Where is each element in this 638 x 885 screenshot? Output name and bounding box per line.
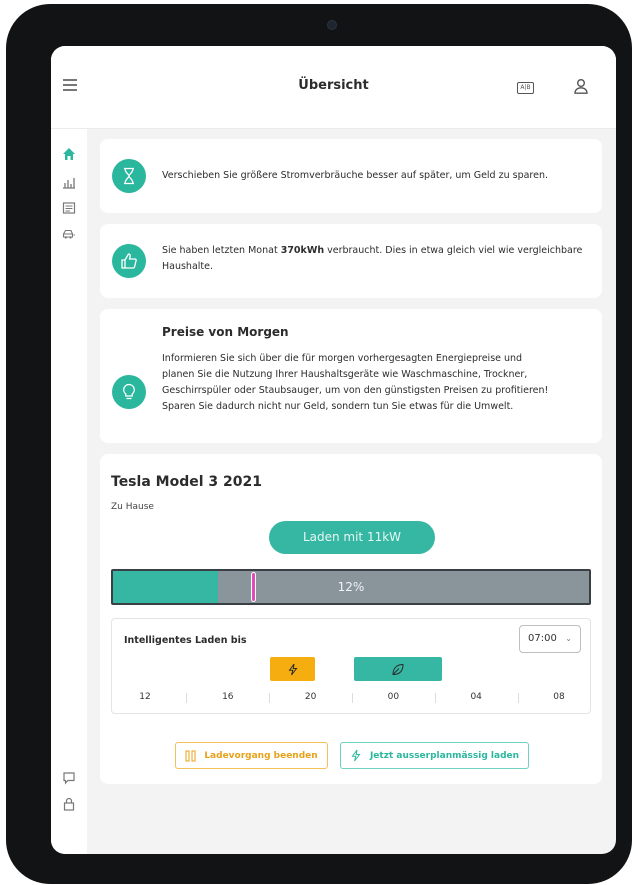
camera [327, 20, 337, 30]
time-select-value: 07:00 [528, 633, 557, 644]
tip-text: Informieren Sie sich über die für morgen… [162, 353, 549, 412]
vehicle-name: Tesla Model 3 2021 [111, 474, 262, 490]
leaf-icon [392, 663, 404, 675]
chart-icon[interactable] [61, 175, 77, 191]
tablet-frame: Übersicht A|B Verschieben Sie größere St… [6, 4, 632, 884]
sidebar [51, 129, 87, 854]
chat-icon[interactable] [61, 771, 77, 787]
tip-card-tomorrow-prices: Preise von Morgen Informieren Sie sich ü… [100, 309, 602, 443]
car-icon[interactable] [61, 227, 77, 243]
smart-charging-panel: Intelligentes Laden bis 07:00 ⌄ 12 16 20 00… [111, 618, 591, 714]
hour-tick: 04 [470, 692, 482, 702]
smart-charging-label: Intelligentes Laden bis [124, 635, 247, 646]
hour-separator [186, 693, 188, 703]
charge-power-button[interactable]: Laden mit 11kW [269, 521, 435, 554]
vehicle-card: Tesla Model 3 2021 Zu Hause Laden mit 11… [100, 454, 602, 784]
stop-charging-button[interactable]: Ladevorgang beenden [175, 742, 328, 769]
lightbulb-icon [112, 375, 146, 409]
hour-separator [517, 693, 519, 703]
stop-charging-label: Ladevorgang beenden [204, 750, 318, 761]
thumbs-up-icon [112, 244, 146, 278]
lightning-icon [288, 663, 298, 675]
hour-tick: 12 [139, 692, 151, 702]
hour-separator [352, 693, 353, 703]
news-icon[interactable] [61, 201, 77, 217]
charge-now-label: Jetzt ausserplanmässig laden [369, 750, 520, 761]
tip-text-prefix: Sie haben letzten Monat [162, 245, 281, 256]
hour-tick: 20 [304, 692, 317, 702]
app-screen: Übersicht A|B Verschieben Sie größere St… [51, 46, 616, 854]
charge-now-button[interactable]: Jetzt ausserplanmässig laden [340, 742, 529, 769]
hour-tick: 00 [387, 692, 400, 702]
consumption-value: 370kWh [280, 245, 325, 256]
charge-percent-label: 12% [337, 580, 365, 594]
tip-card-consumption: Sie haben letzten Monat 370kWh verbrauch… [100, 224, 602, 298]
charge-level-bar: 12% [111, 569, 591, 605]
lock-icon[interactable] [61, 797, 77, 813]
tip-title: Preise von Morgen [162, 325, 289, 339]
lightning-slot [270, 657, 315, 681]
tip-text: Sie haben letzten Monat 370kWh verbrauch… [162, 243, 592, 275]
user-icon[interactable] [574, 78, 588, 94]
eco-slot [354, 657, 442, 681]
lightning-icon [351, 749, 361, 762]
hour-separator [434, 693, 436, 703]
chevron-down-icon: ⌄ [565, 634, 572, 643]
tip-card-shift-usage: Verschieben Sie größere Stromverbräuche … [100, 139, 602, 213]
top-bar: Übersicht A|B [51, 46, 616, 129]
home-icon[interactable] [61, 147, 77, 163]
keyboard-icon[interactable]: A|B [517, 82, 534, 94]
time-select[interactable]: 07:00 ⌄ [519, 625, 581, 653]
hour-separator [269, 693, 271, 703]
hourglass-icon [112, 159, 146, 193]
pause-icon [185, 750, 196, 761]
vehicle-location: Zu Hause [111, 502, 154, 512]
hour-tick: 08 [553, 692, 565, 702]
tip-text: Verschieben Sie größere Stromverbräuche … [162, 170, 549, 181]
hour-tick: 16 [222, 692, 234, 702]
